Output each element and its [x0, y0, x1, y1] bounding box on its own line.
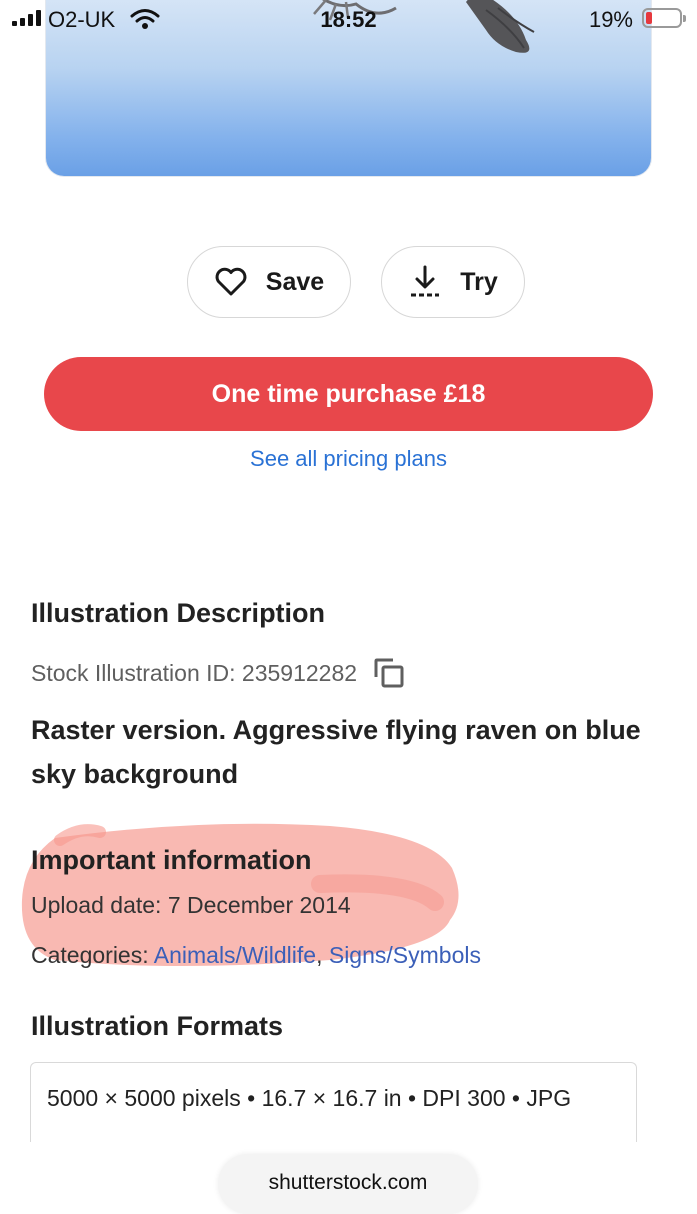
- battery-icon: [642, 8, 686, 28]
- battery-percent: 19%: [588, 7, 633, 32]
- save-button[interactable]: Save: [187, 246, 351, 318]
- one-time-purchase-button[interactable]: One time purchase £18: [44, 357, 653, 431]
- category-link-animals-wildlife[interactable]: Animals/Wildlife: [154, 942, 316, 968]
- stock-illustration-id: Stock Illustration ID: 235912282: [31, 657, 405, 689]
- try-label: Try: [460, 267, 498, 296]
- categories-label: Categories:: [31, 942, 154, 968]
- illustration-description-text: Raster version. Aggressive flying raven …: [31, 715, 641, 789]
- stock-id-label: Stock Illustration ID: 235912282: [31, 659, 358, 686]
- heart-outline-icon: [214, 267, 248, 297]
- categories-row: Categories: Animals/Wildlife, Signs/Symb…: [31, 942, 481, 969]
- try-button[interactable]: Try: [381, 246, 525, 318]
- save-label: Save: [265, 267, 325, 296]
- status-bar: O2-UK 18:52 19%: [0, 0, 697, 40]
- see-all-pricing-plans-link[interactable]: See all pricing plans: [0, 446, 697, 472]
- download-icon: [408, 265, 442, 299]
- upload-date: Upload date: 7 December 2014: [31, 892, 351, 918]
- illustration-formats-heading: Illustration Formats: [31, 1011, 284, 1041]
- category-separator: ,: [316, 942, 329, 968]
- copy-icon[interactable]: [373, 657, 405, 689]
- browser-address-bar[interactable]: shutterstock.com: [218, 1154, 478, 1214]
- important-information-heading: Important information: [31, 845, 312, 875]
- illustration-description-heading: Illustration Description: [31, 598, 326, 628]
- format-option[interactable]: 5000 × 5000 pixels • 16.7 × 16.7 in • DP…: [30, 1062, 637, 1142]
- category-link-signs-symbols[interactable]: Signs/Symbols: [329, 942, 481, 968]
- format-option-label: 5000 × 5000 pixels • 16.7 × 16.7 in • DP…: [47, 1085, 572, 1111]
- battery-level: [646, 12, 652, 24]
- browser-url: shutterstock.com: [268, 1171, 428, 1194]
